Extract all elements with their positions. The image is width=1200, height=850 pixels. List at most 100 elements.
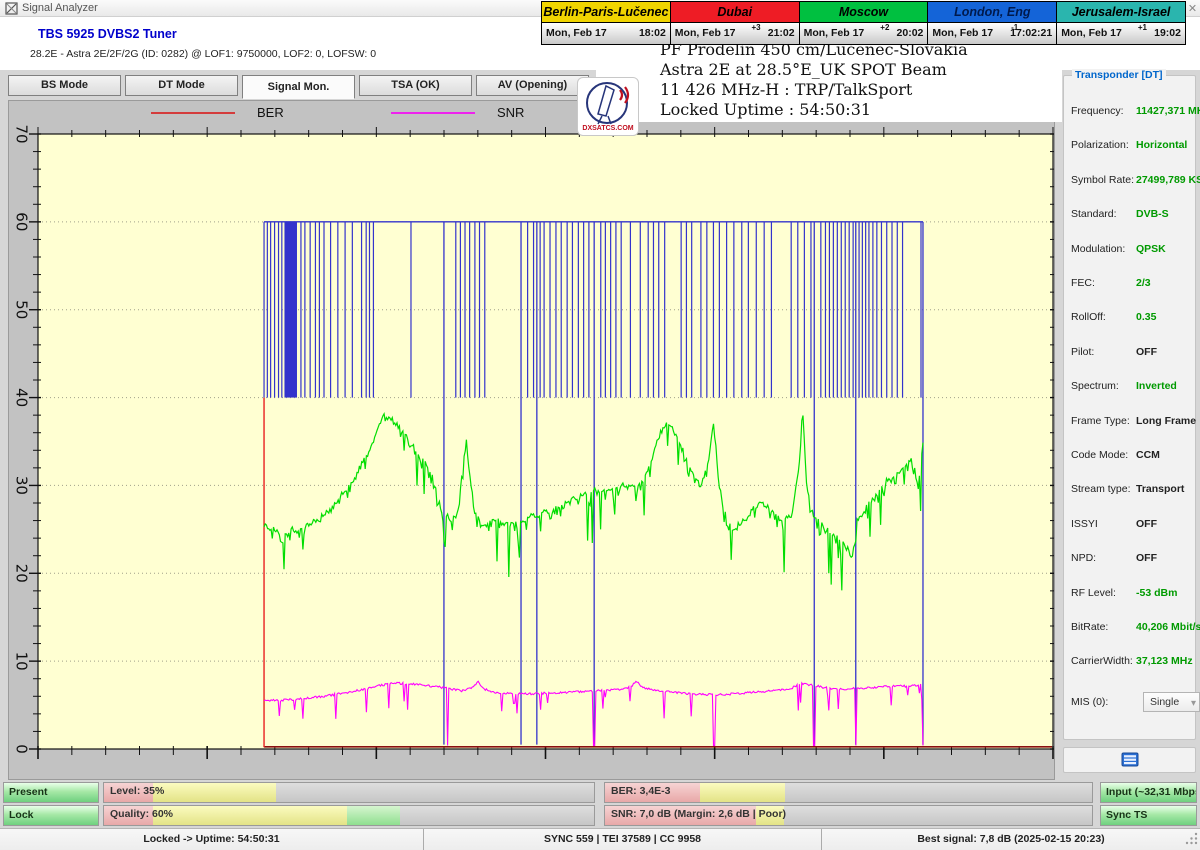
bar-segment-gray	[276, 783, 595, 802]
tp-row-frame-type: Frame Type: Long Frame	[1071, 415, 1190, 429]
svg-text:60: 60	[12, 212, 30, 231]
tp-row-polarization: Polarization: Horizontal	[1071, 139, 1190, 153]
tp-row-standard: Standard: DVB-S	[1071, 208, 1190, 222]
tp-label: RollOff:	[1071, 311, 1106, 323]
clock-2: Dubai Mon, Feb 17 +3 21:02	[671, 2, 800, 44]
transponder-panel: Transponder [DT] Frequency: 11427,371 MH…	[1063, 75, 1196, 740]
tp-row-mis: MIS (0): Single ▾	[1071, 696, 1190, 710]
clock-date: Mon, Feb 17	[932, 27, 993, 39]
legend-swatch	[391, 112, 475, 114]
satellite-dish-icon	[598, 86, 614, 116]
info-line-4: Locked Uptime : 54:50:31	[660, 100, 1062, 120]
tp-label: Symbol Rate:	[1071, 174, 1134, 186]
tp-row-modulation: Modulation: QPSK	[1071, 243, 1190, 257]
tp-label: FEC:	[1071, 277, 1095, 289]
tp-value: DVB-S	[1136, 208, 1169, 220]
tp-row-issyi: ISSYI OFF	[1071, 518, 1190, 532]
tp-label: Standard:	[1071, 208, 1117, 220]
tp-value: 0.35	[1136, 311, 1156, 323]
transponder-panel-title: Transponder [DT]	[1072, 69, 1166, 81]
tp-row-carrierwidth: CarrierWidth: 37,123 MHz	[1071, 655, 1190, 669]
tp-row-symbol-rate: Symbol Rate: 27499,789 KS/s	[1071, 174, 1190, 188]
bar-quality-label: Quality: 60%	[110, 808, 173, 820]
status-section-2: SYNC 559 | TEI 37589 | CC 9958	[424, 829, 822, 850]
tab-av-opening[interactable]: AV (Opening)	[476, 75, 589, 96]
clock-time: 19:02	[1154, 27, 1181, 39]
tp-value: OFF	[1136, 346, 1157, 358]
bar-segment-gray	[400, 806, 594, 825]
clock-city: Dubai	[671, 2, 799, 23]
bar-segment-gray	[785, 783, 1092, 802]
logo-text: DXSATCS.COM	[582, 125, 633, 132]
legend-item-snr: SNR	[391, 105, 524, 120]
svg-text:30: 30	[13, 476, 31, 495]
tab-signal-mon[interactable]: Signal Mon.	[242, 75, 355, 99]
tp-value: -53 dBm	[1136, 587, 1177, 599]
resize-grip[interactable]	[1185, 832, 1199, 846]
clock-time: 18:02	[639, 27, 666, 39]
tp-label: ISSYI	[1071, 518, 1098, 530]
bar-quality: Quality: 60%	[103, 805, 595, 826]
tp-value: QPSK	[1136, 243, 1166, 255]
panel-footer-button[interactable]	[1063, 747, 1196, 773]
clock-city: Berlin-Paris-Lučenec	[542, 2, 670, 23]
legend-item-ber: BER	[151, 105, 284, 120]
status-bar: Locked -> Uptime: 54:50:31SYNC 559 | TEI…	[0, 828, 1200, 850]
bar-segment-yellow	[153, 806, 347, 825]
tp-value: 27499,789 KS/s	[1136, 174, 1200, 186]
clock-city: Moscow	[800, 2, 928, 23]
tp-row-bitrate: BitRate: 40,206 Mbit/s	[1071, 621, 1190, 635]
tab-bs-mode[interactable]: BS Mode	[8, 75, 121, 96]
tp-row-rf-level: RF Level: -53 dBm	[1071, 587, 1190, 601]
tp-row-spectrum: Spectrum: Inverted	[1071, 380, 1190, 394]
dxsatcs-logo: DXSATCS.COM	[577, 77, 639, 136]
tp-label: Spectrum:	[1071, 380, 1119, 392]
tp-value: Transport	[1136, 483, 1184, 495]
tp-value: 11427,371 MHz	[1136, 105, 1200, 117]
status-section-1: Locked -> Uptime: 54:50:31	[0, 829, 424, 850]
tp-value: Horizontal	[1136, 139, 1187, 151]
clock-time: 21:02	[768, 27, 795, 39]
bar-snr: SNR: 7,0 dB (Margin: 2,6 dB | Poor)	[604, 805, 1093, 826]
bar-level: Level: 35%	[103, 782, 595, 803]
tab-tsa-ok[interactable]: TSA (OK)	[359, 75, 472, 96]
bar-segment-yellow	[700, 783, 785, 802]
clock-utc-offset: +1	[1138, 23, 1147, 32]
status-section-3: Best signal: 7,8 dB (2025-02-15 20:23)	[822, 829, 1200, 850]
mode-tabs: BS ModeDT ModeSignal Mon.TSA (OK)AV (Ope…	[8, 75, 589, 97]
badge-input: Input (~32,31 Mbps)	[1100, 782, 1197, 803]
tp-row-fec: FEC: 2/3	[1071, 277, 1190, 291]
tp-label: MIS (0):	[1071, 696, 1108, 708]
window-title: Signal Analyzer	[22, 2, 98, 14]
svg-text:50: 50	[13, 300, 31, 319]
signal-chart: 010203040506070	[9, 101, 1054, 779]
clock-city: London, Eng	[928, 2, 1056, 23]
tab-dt-mode[interactable]: DT Mode	[125, 75, 238, 96]
tp-value: CCM	[1136, 449, 1160, 461]
bar-level-label: Level: 35%	[110, 785, 164, 797]
bar-ber-label: BER: 3,4E-3	[611, 785, 671, 797]
tp-label: NPD:	[1071, 552, 1096, 564]
close-icon[interactable]: ✕	[1186, 3, 1199, 16]
bar-segment-yellow	[153, 783, 276, 802]
tp-label: Polarization:	[1071, 139, 1129, 151]
bar-snr-label: SNR: 7,0 dB (Margin: 2,6 dB | Poor)	[611, 808, 786, 820]
tp-label: Modulation:	[1071, 243, 1125, 255]
bar-segment-green	[347, 806, 400, 825]
clock-utc-offset: +3	[751, 23, 760, 32]
svg-text:0: 0	[13, 744, 31, 754]
tp-label: RF Level:	[1071, 587, 1116, 599]
tp-label: Stream type:	[1071, 483, 1131, 495]
svg-text:40: 40	[13, 388, 31, 407]
tp-value: 2/3	[1136, 277, 1151, 289]
info-block: PF Prodelin 450 cm/Lučenec-SlovakiaAstra…	[596, 40, 1062, 122]
tp-label: BitRate:	[1071, 621, 1108, 633]
badge-sync: Sync TS	[1100, 805, 1197, 826]
clock-city: Jerusalem-Israel	[1057, 2, 1185, 23]
world-clocks: Berlin-Paris-Lučenec Mon, Feb 17 18:02 D…	[541, 1, 1186, 45]
tp-row-frequency: Frequency: 11427,371 MHz	[1071, 105, 1190, 119]
tp-label: Code Mode:	[1071, 449, 1128, 461]
bar-segment-gray	[784, 806, 1092, 825]
info-line-2: Astra 2E at 28.5°E_UK SPOT Beam	[660, 60, 1062, 80]
mis-dropdown[interactable]: Single ▾	[1143, 692, 1200, 712]
